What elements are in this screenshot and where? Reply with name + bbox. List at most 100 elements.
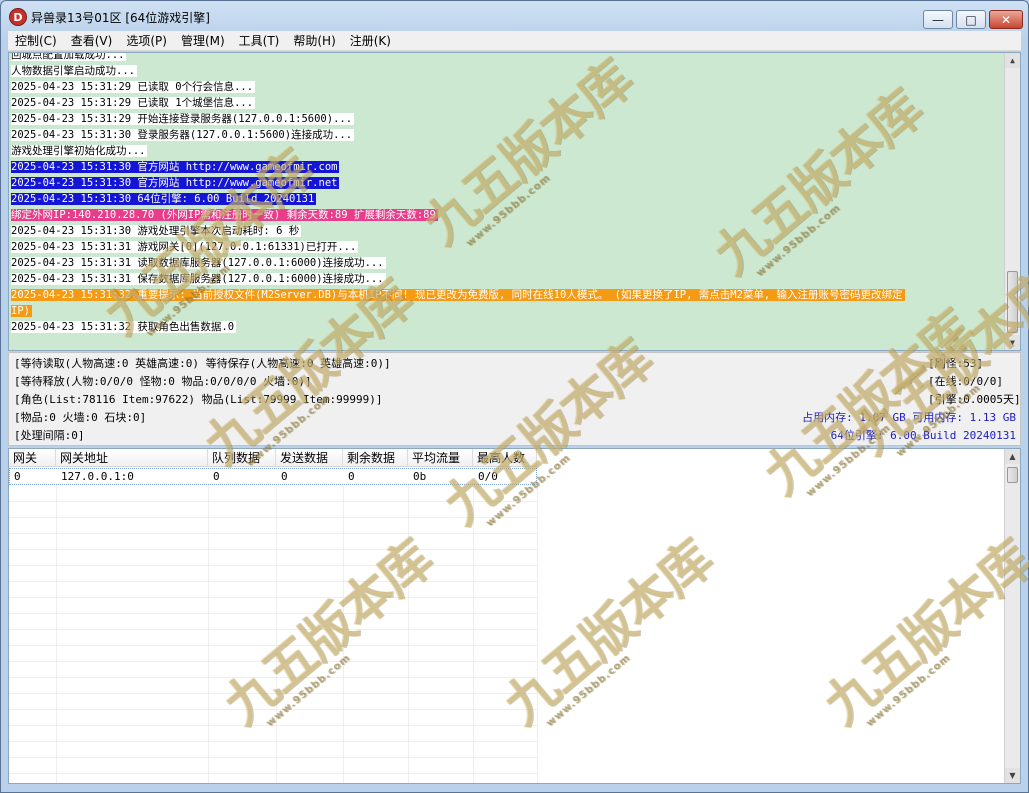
grid-line	[537, 485, 538, 783]
log-line-text: 游戏处理引擎初始化成功...	[11, 145, 148, 157]
status-interval: [处理间隔:0]	[14, 429, 85, 442]
log-line: 2025-04-23 15:31:29 已读取 1个城堡信息...	[11, 96, 256, 110]
grid-line	[9, 757, 537, 758]
grid-line	[9, 645, 537, 646]
log-line: 绑定外网IP:140.210.28.70 (外网IP需和注册时一致) 剩余天数:…	[11, 208, 438, 222]
log-line: 2025-04-23 15:31:30 官方网站 http://www.game…	[11, 160, 340, 174]
log-line-text: 2025-04-23 15:31:32 重要提示: 当前授权文件(M2Serve…	[11, 289, 905, 301]
app-logo-icon: D	[9, 8, 27, 26]
log-line-text: 2025-04-23 15:31:29 开始连接登录服务器(127.0.0.1:…	[11, 113, 355, 125]
scroll-down-icon[interactable]: ▼	[1005, 335, 1020, 350]
log-line: 游戏处理引擎初始化成功...	[11, 144, 148, 158]
log-line: 2025-04-23 15:31:30 登录服务器(127.0.0.1:5600…	[11, 128, 355, 142]
log-panel[interactable]: 回城点配置加载成功... 人物数据引擎启动成功... 2025-04-23 15:3…	[8, 52, 1021, 351]
grid-line	[56, 485, 57, 783]
close-button[interactable]: ✕	[989, 10, 1023, 29]
grid-line	[9, 597, 537, 598]
log-line-text: 人物数据引擎启动成功...	[11, 65, 137, 77]
restore-icon: □	[965, 12, 977, 27]
log-line: 2025-04-23 15:31:30 游戏处理引擎本次启动耗时: 6 秒	[11, 224, 302, 238]
status-panel: [等待读取(人物高速:0 英雄高速:0) 等待保存(人物高速:0 英雄高速:0)…	[8, 352, 1021, 446]
log-line: 2025-04-23 15:31:32 重要提示: 当前授权文件(M2Serve…	[11, 288, 905, 302]
log-line: 2025-04-23 15:31:31 读取数据库服务器(127.0.0.1:6…	[11, 256, 386, 270]
col-gateway[interactable]: 网关	[9, 449, 56, 467]
log-line: IP)	[11, 304, 32, 318]
restore-button[interactable]: □	[956, 10, 986, 29]
log-line: 人物数据引擎启动成功...	[11, 64, 137, 78]
grid-line	[9, 565, 537, 566]
gateway-table[interactable]: 网关 网关地址 队列数据 发送数据 剩余数据 平均流量 最高人数 0 127.0…	[8, 448, 1021, 784]
log-line: 2025-04-23 15:31:31 保存数据库服务器(127.0.0.1:6…	[11, 272, 386, 286]
grid-line	[9, 741, 537, 742]
log-line-text: 2025-04-23 15:31:32 获取角色出售数据.0	[11, 321, 237, 333]
menu-manage[interactable]: 管理(M)	[174, 32, 232, 49]
cell-gateway: 0	[14, 470, 21, 483]
window-title: 异兽录13号01区 [64位游戏引擎]	[31, 11, 210, 25]
log-scrollbar[interactable]: ▲ ▼	[1004, 53, 1020, 350]
col-gateway-address[interactable]: 网关地址	[56, 449, 208, 467]
menu-options[interactable]: 选项(P)	[119, 32, 174, 49]
table-scrollbar[interactable]: ▲ ▼	[1004, 449, 1020, 783]
log-line-text: 回城点配置加载成功...	[11, 53, 127, 61]
main-window: D 异兽录13号01区 [64位游戏引擎] — □ ✕ 控制(C) 查看(V) …	[0, 0, 1029, 793]
cell-remain-data: 0	[348, 470, 355, 483]
menu-view[interactable]: 查看(V)	[64, 32, 120, 49]
menu-register[interactable]: 注册(K)	[343, 32, 398, 49]
status-waiting-read: [等待读取(人物高速:0 英雄高速:0) 等待保存(人物高速:0 英雄高速:0)…	[14, 357, 391, 370]
menu-control[interactable]: 控制(C)	[8, 32, 64, 49]
grid-line	[343, 485, 344, 783]
title-bar[interactable]: D 异兽录13号01区 [64位游戏引擎] — □ ✕	[1, 1, 1028, 31]
menu-help[interactable]: 帮助(H)	[286, 32, 342, 49]
cell-queue-data: 0	[213, 470, 220, 483]
log-line-text: 2025-04-23 15:31:30 官方网站 http://www.game…	[11, 161, 340, 173]
col-max-users[interactable]: 最高人数	[473, 449, 537, 467]
grid-line	[9, 661, 537, 662]
status-engine: [引擎:0.0005天]	[928, 393, 1021, 406]
grid-line	[9, 517, 537, 518]
cell-avg-traffic: 0b	[413, 470, 427, 483]
log-line-text: 2025-04-23 15:31:29 已读取 0个行会信息...	[11, 81, 256, 93]
cell-gateway-address: 127.0.0.1:0	[61, 470, 134, 483]
status-memory: 占用内存: 1.07 GB 可用内存: 1.13 GB	[802, 411, 1016, 424]
scroll-thumb[interactable]	[1007, 467, 1018, 483]
status-online: [在线:0/0/0]	[928, 375, 1003, 388]
status-items: [物品:0 火墙:0 石块:0]	[14, 411, 147, 424]
log-line: 回城点配置加载成功...	[11, 53, 127, 62]
cell-max-users: 0/0	[478, 470, 498, 483]
status-role-list: [角色(List:78116 Item:97622) 物品(List:79999…	[14, 393, 383, 406]
log-line-text: 绑定外网IP:140.210.28.70 (外网IP需和注册时一致) 剩余天数:…	[11, 209, 438, 221]
grid-line	[9, 613, 537, 614]
log-line-text: 2025-04-23 15:31:30 64位引擎: 6.00 Build 20…	[11, 193, 317, 205]
minimize-icon: —	[932, 12, 944, 27]
log-line-text: 2025-04-23 15:31:31 读取数据库服务器(127.0.0.1:6…	[11, 257, 386, 269]
grid-line	[208, 485, 209, 783]
scroll-thumb[interactable]	[1007, 271, 1018, 333]
log-line-text: 2025-04-23 15:31:29 已读取 1个城堡信息...	[11, 97, 256, 109]
col-send-data[interactable]: 发送数据	[276, 449, 343, 467]
menu-tools[interactable]: 工具(T)	[232, 32, 287, 49]
col-remain-data[interactable]: 剩余数据	[343, 449, 408, 467]
grid-line	[9, 773, 537, 774]
log-line: 2025-04-23 15:31:29 开始连接登录服务器(127.0.0.1:…	[11, 112, 355, 126]
scroll-up-icon[interactable]: ▲	[1005, 53, 1020, 68]
grid-line	[9, 581, 537, 582]
grid-line	[9, 501, 537, 502]
grid-line	[9, 725, 537, 726]
log-line-text: 2025-04-23 15:31:31 游戏网关[0](127.0.0.1:61…	[11, 241, 359, 253]
table-row[interactable]: 0 127.0.0.1:0 0 0 0 0b 0/0	[9, 468, 537, 485]
scroll-up-icon[interactable]: ▲	[1005, 449, 1020, 464]
log-line-text: 2025-04-23 15:31:30 登录服务器(127.0.0.1:5600…	[11, 129, 355, 141]
table-header: 网关 网关地址 队列数据 发送数据 剩余数据 平均流量 最高人数	[9, 449, 537, 467]
log-line-text: 2025-04-23 15:31:31 保存数据库服务器(127.0.0.1:6…	[11, 273, 386, 285]
col-queue-data[interactable]: 队列数据	[208, 449, 276, 467]
log-line: 2025-04-23 15:31:31 游戏网关[0](127.0.0.1:61…	[11, 240, 359, 254]
cell-send-data: 0	[281, 470, 288, 483]
grid-line	[9, 709, 537, 710]
log-line-text: 2025-04-23 15:31:30 游戏处理引擎本次启动耗时: 6 秒	[11, 225, 302, 237]
grid-line	[473, 485, 474, 783]
grid-line	[9, 549, 537, 550]
col-avg-traffic[interactable]: 平均流量	[408, 449, 473, 467]
scroll-down-icon[interactable]: ▼	[1005, 768, 1020, 783]
status-refresh: [刷怪:53]	[928, 357, 984, 370]
minimize-button[interactable]: —	[923, 10, 953, 29]
